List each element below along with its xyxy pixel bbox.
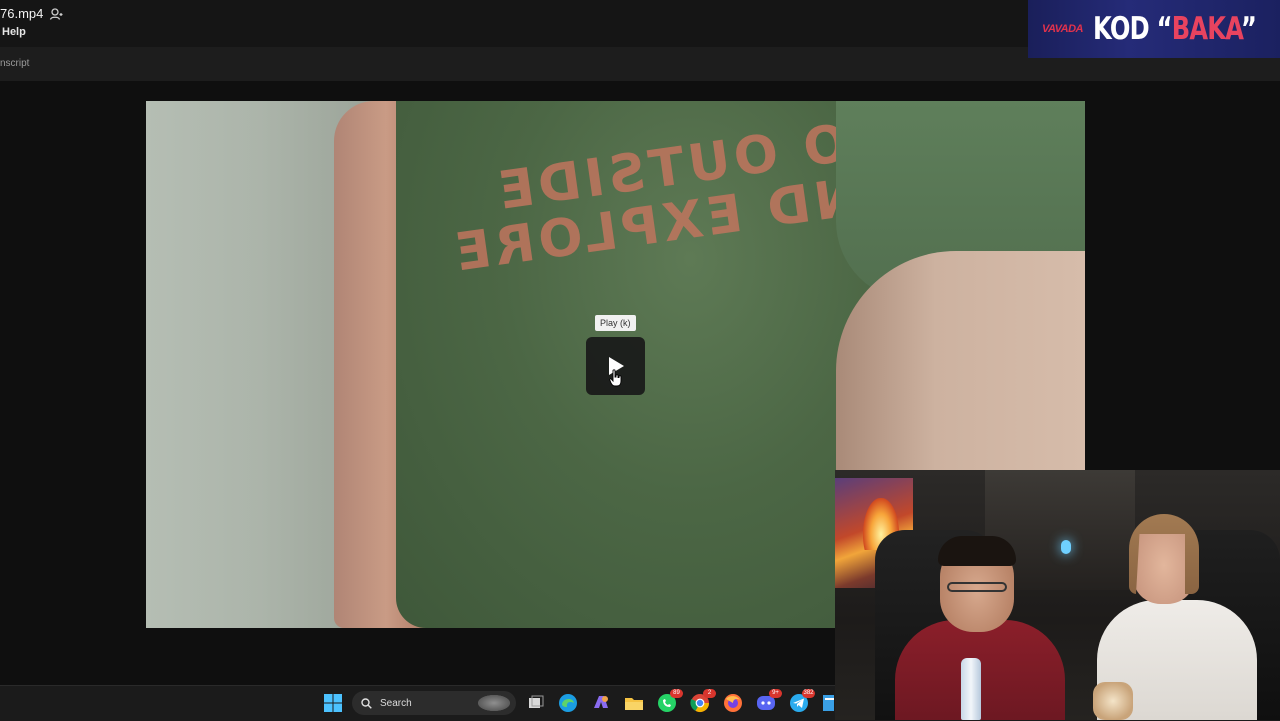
discord-badge: 9+	[769, 689, 782, 698]
play-tooltip: Play (k)	[595, 315, 636, 331]
sponsor-close-quote: ”	[1240, 11, 1257, 47]
task-view-icon[interactable]	[526, 693, 546, 713]
windows-start-icon[interactable]	[324, 694, 342, 717]
streamer-webcam	[835, 470, 1280, 720]
file-title: 76.mp4	[0, 6, 44, 21]
webcam-water-bottle	[961, 658, 981, 720]
telegram-badge: 382	[802, 689, 815, 698]
sponsor-logo: VAVADA	[1042, 23, 1084, 35]
discord-icon[interactable]: 9+	[756, 689, 782, 713]
sponsor-code-text: KOD “BAKA”	[1093, 11, 1257, 47]
whatsapp-icon[interactable]: 89	[657, 689, 683, 713]
chrome-icon[interactable]: 2	[690, 689, 716, 713]
telegram-icon[interactable]: 382	[789, 689, 815, 713]
transcript-tab[interactable]: nscript	[0, 58, 29, 69]
sponsor-banner: VAVADA KOD “BAKA”	[1028, 0, 1280, 58]
search-highlight-icon	[478, 695, 510, 711]
file-explorer-icon[interactable]	[624, 693, 644, 713]
notepad-icon[interactable]	[822, 693, 834, 713]
edge-browser-icon[interactable]	[558, 693, 578, 713]
hand-cursor-icon	[609, 369, 623, 392]
webcam-person-left-hair	[938, 536, 1016, 566]
menu-help[interactable]: Help	[2, 26, 26, 38]
webcam-blue-light	[1061, 540, 1071, 554]
copilot-icon[interactable]	[591, 693, 611, 713]
webcam-glasses	[947, 582, 1007, 592]
file-title-row: 76.mp4	[0, 6, 63, 21]
taskbar-search[interactable]: Search	[352, 691, 516, 715]
video-background-wall	[146, 101, 366, 628]
firefox-icon[interactable]	[723, 693, 743, 713]
search-label: Search	[380, 697, 412, 709]
whatsapp-badge: 89	[670, 689, 683, 698]
chrome-badge: 2	[703, 689, 716, 698]
sponsor-code: BAKA	[1171, 11, 1242, 47]
webcam-food	[1093, 682, 1133, 720]
sponsor-kod-label: KOD “	[1093, 11, 1172, 47]
share-user-icon[interactable]	[49, 7, 63, 21]
search-icon	[361, 697, 372, 709]
